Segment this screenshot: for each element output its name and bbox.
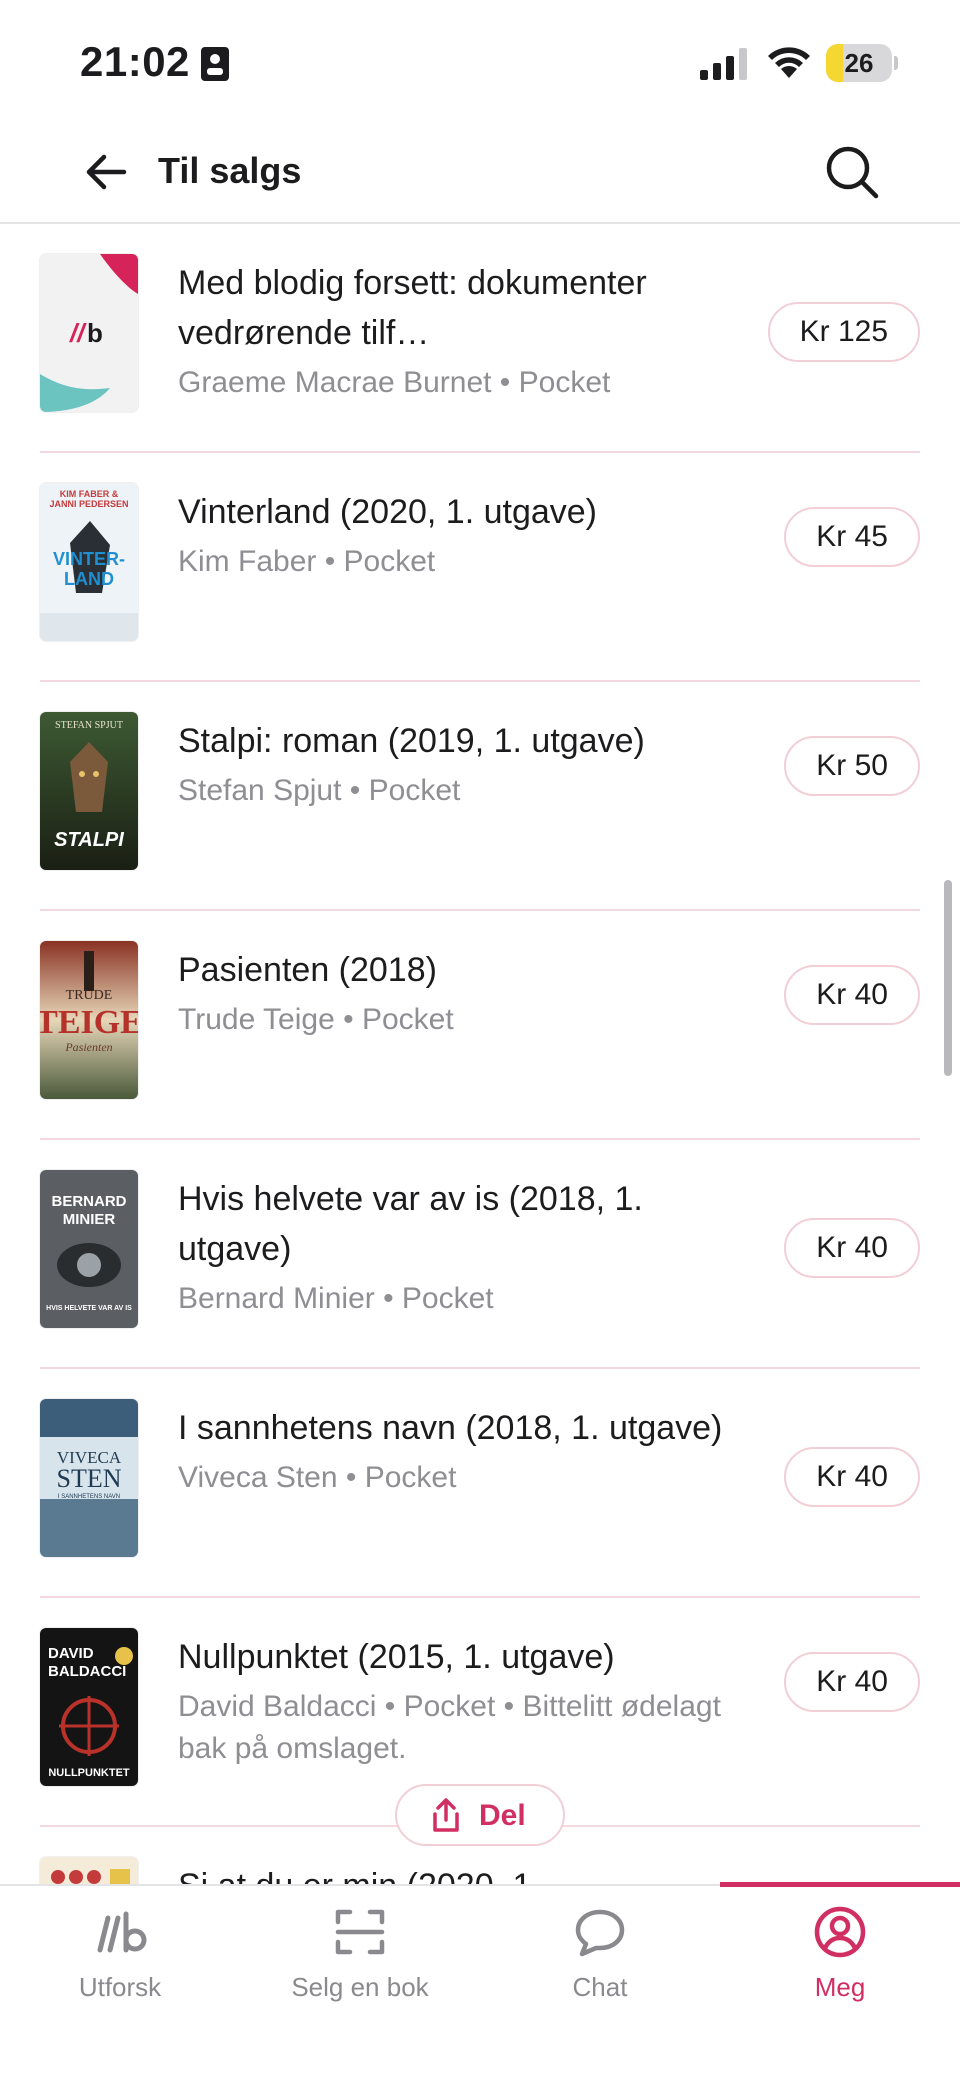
cover-text: STALPI xyxy=(54,829,124,851)
book-info: Hvis helvete var av is (2018, 1. utgave)… xyxy=(178,1174,738,1320)
cover-text: STEN xyxy=(57,1464,122,1493)
book-cover: BERNARD MINIER HVIS HELVETE VAR AV IS xyxy=(40,1170,138,1328)
cover-text: TRUDE xyxy=(66,988,113,1003)
nav-item-meg[interactable]: Meg xyxy=(720,1886,960,2016)
cover-text: JANNI PEDERSEN xyxy=(49,499,128,509)
cover-text: TEIGE xyxy=(40,1004,138,1041)
book-cover: DAVID BALDACCI NULLPUNKTET xyxy=(40,1628,138,1786)
book-title: Hvis helvete var av is (2018, 1. utgave) xyxy=(178,1180,643,1268)
cover-text: MINIER xyxy=(63,1211,116,1228)
cover-text: HVIS HELVETE VAR AV IS xyxy=(46,1305,132,1312)
share-label: Del xyxy=(479,1799,526,1832)
book-meta: Trude Teige • Pocket xyxy=(178,1003,454,1036)
book-info: Pasienten (2018) Trude Teige • Pocket xyxy=(178,945,738,1041)
book-cover: TRUDE TEIGE Pasienten xyxy=(40,941,138,1099)
scan-icon xyxy=(335,1909,385,1955)
wifi-icon xyxy=(768,47,810,78)
cover-text: BALDACCI xyxy=(48,1663,126,1680)
list-item[interactable]: BERNARD MINIER HVIS HELVETE VAR AV IS Hv… xyxy=(0,1140,960,1369)
nav-label: Meg xyxy=(814,1972,866,2002)
cover-text: LAND xyxy=(64,569,114,589)
cover-text: DAVID xyxy=(48,1645,94,1662)
book-info: Vinterland (2020, 1. utgave) Kim Faber •… xyxy=(178,487,738,583)
arrow-left-icon[interactable] xyxy=(80,144,136,200)
status-time: 21:02 xyxy=(80,38,190,85)
book-title: Stalpi: roman (2019, 1. utgave) xyxy=(178,722,645,760)
battery-level: 26 xyxy=(844,48,874,78)
list-item[interactable]: VIVECA STEN I SANNHETENS NAVN I sannhete… xyxy=(0,1369,960,1598)
cover-text: Pasienten xyxy=(64,1040,112,1054)
cover-text: BERNARD xyxy=(52,1193,127,1210)
price-badge[interactable]: Kr 45 xyxy=(784,507,920,567)
book-info: I sannhetens navn (2018, 1. utgave) Vive… xyxy=(178,1403,738,1499)
price-badge[interactable]: Kr 40 xyxy=(784,1447,920,1507)
book-meta: Viveca Sten • Pocket xyxy=(178,1461,457,1494)
share-button[interactable]: Del xyxy=(395,1784,565,1846)
profile-icon xyxy=(814,1906,866,1958)
cover-text: STEFAN SPJUT xyxy=(55,720,123,731)
book-info: Nullpunktet (2015, 1. utgave) David Bald… xyxy=(178,1632,738,1770)
battery-icon: 26 xyxy=(826,44,898,82)
cover-text: VINTER- xyxy=(53,549,125,569)
nav-label: Chat xyxy=(572,1972,628,2002)
book-cover: // b xyxy=(40,254,138,412)
list-item[interactable]: KIM FABER & JANNI PEDERSEN VINTER- LAND … xyxy=(0,453,960,682)
price-badge[interactable]: Kr 40 xyxy=(784,1218,920,1278)
cover-text: I SANNHETENS NAVN xyxy=(58,1494,120,1500)
price-badge[interactable]: Kr 50 xyxy=(784,736,920,796)
book-cover: STEFAN SPJUT STALPI xyxy=(40,712,138,870)
search-icon[interactable] xyxy=(822,142,882,202)
nav-item-utforsk[interactable]: Utforsk xyxy=(0,1886,240,2016)
price-badge[interactable]: Kr 40 xyxy=(784,965,920,1025)
book-title: I sannhetens navn (2018, 1. utgave) xyxy=(178,1409,723,1447)
book-cover: KIM FABER & JANNI PEDERSEN VINTER- LAND xyxy=(40,483,138,641)
status-bar: 21:02 26 xyxy=(0,0,960,120)
book-meta: Kim Faber • Pocket xyxy=(178,545,436,578)
book-cover: VIVECA STEN I SANNHETENS NAVN xyxy=(40,1399,138,1557)
price-badge[interactable]: Kr 40 xyxy=(784,1652,920,1712)
nav-label: Utforsk xyxy=(78,1972,162,2002)
nav-item-chat[interactable]: Chat xyxy=(480,1886,720,2016)
share-icon xyxy=(433,1798,459,1832)
book-title: Pasienten (2018) xyxy=(178,951,437,989)
book-meta: Bernard Minier • Pocket xyxy=(178,1282,494,1315)
scrollbar[interactable] xyxy=(944,880,952,1076)
svg-text:b: b xyxy=(87,318,103,348)
page-title: Til salgs xyxy=(158,150,302,191)
signal-icon xyxy=(700,48,747,80)
book-meta: Stefan Spjut • Pocket xyxy=(178,774,461,807)
cover-text: KIM FABER & xyxy=(60,489,119,499)
chat-bubble-icon xyxy=(575,1909,625,1957)
bottom-nav: Utforsk Selg en bok Chat Meg xyxy=(0,1882,960,2078)
list-item[interactable]: // b Med blodig forsett: dokumenter vedr… xyxy=(0,224,960,453)
price-badge[interactable]: Kr 125 xyxy=(767,302,920,362)
book-title: Vinterland (2020, 1. utgave) xyxy=(178,493,597,531)
book-info: Stalpi: roman (2019, 1. utgave) Stefan S… xyxy=(178,716,738,812)
nav-label: Selg en bok xyxy=(291,1972,429,2002)
book-info: Med blodig forsett: dokumenter vedrørend… xyxy=(178,258,738,404)
cover-text: NULLPUNKTET xyxy=(48,1767,130,1779)
list-item[interactable]: STEFAN SPJUT STALPI Stalpi: roman (2019,… xyxy=(0,682,960,911)
book-meta: Graeme Macrae Burnet • Pocket xyxy=(178,366,611,399)
book-title: Med blodig forsett: dokumenter vedrørend… xyxy=(178,264,647,352)
book-meta: David Baldacci • Pocket • Bittelitt ødel… xyxy=(178,1690,721,1765)
lb-logo-icon xyxy=(97,1911,147,1953)
book-title: Nullpunktet (2015, 1. utgave) xyxy=(178,1638,615,1676)
nav-item-selg-en-bok[interactable]: Selg en bok xyxy=(240,1886,480,2016)
list-item[interactable]: TRUDE TEIGE Pasienten Pasienten (2018) T… xyxy=(0,911,960,1140)
app-header: Til salgs xyxy=(0,120,960,224)
id-card-icon xyxy=(201,47,229,81)
